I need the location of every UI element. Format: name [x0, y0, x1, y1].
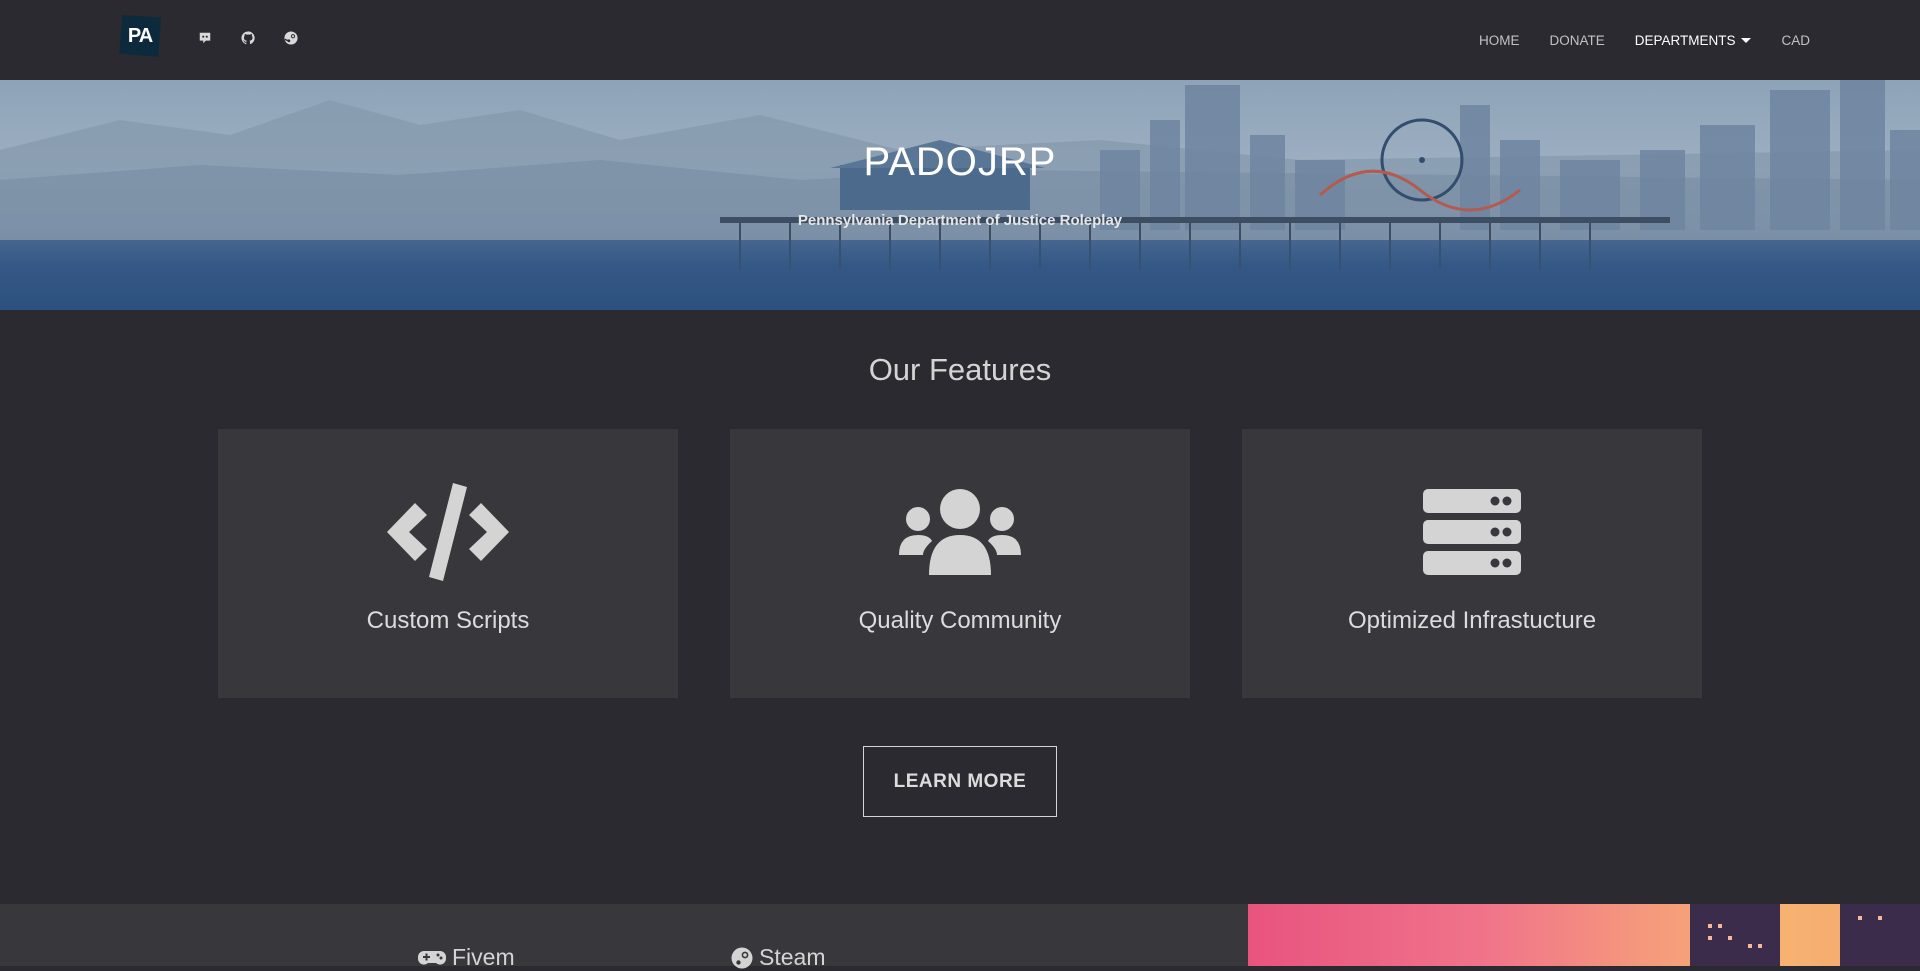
discord-icon[interactable]: [197, 30, 213, 46]
features-heading: Our Features: [868, 352, 1052, 387]
brand-logo-text: PA: [127, 24, 153, 47]
nav-departments-label: DEPARTMENTS: [1634, 32, 1736, 48]
users-icon: [730, 487, 1190, 577]
nav-home-label: HOME: [1478, 32, 1520, 48]
steam-link[interactable]: Steam: [731, 944, 825, 971]
nav-departments-dropdown[interactable]: DEPARTMENTS: [1635, 33, 1752, 48]
hero-background-image: [0, 80, 1920, 310]
brand-logo[interactable]: PA: [119, 15, 161, 57]
fivem-link[interactable]: Fivem: [418, 944, 515, 971]
hero-subtitle: Pennsylvania Department of Justice Rolep…: [797, 212, 1123, 229]
hero-title: PADOJRP: [863, 140, 1057, 184]
caret-down-icon: [1741, 37, 1752, 43]
nav-cad[interactable]: CAD: [1781, 33, 1810, 48]
github-icon[interactable]: [240, 30, 256, 46]
learn-more-button[interactable]: LEARN MORE: [863, 746, 1057, 817]
feature-label: Quality Community: [858, 607, 1062, 634]
feature-card-optimized-infrastructure: Optimized Infrastucture: [1242, 429, 1702, 698]
nav-home[interactable]: HOME: [1479, 33, 1520, 48]
nav-links: HOME DONATE DEPARTMENTS CAD: [1479, 0, 1810, 80]
nav-donate-label: DONATE: [1549, 32, 1605, 48]
code-icon: [218, 483, 678, 581]
feature-card-custom-scripts: Custom Scripts: [218, 429, 678, 698]
nav-cad-label: CAD: [1781, 32, 1810, 48]
bottom-section: [0, 904, 1248, 966]
feature-label: Custom Scripts: [366, 607, 530, 634]
steam-icon[interactable]: [283, 30, 299, 46]
steam-label: Steam: [759, 944, 826, 970]
server-icon: [1242, 487, 1702, 577]
gamepad-icon: [418, 950, 446, 965]
fivem-label: Fivem: [452, 944, 515, 970]
feature-label: Optimized Infrastucture: [1347, 607, 1597, 634]
bottom-sunset-image: [1248, 904, 1920, 966]
hero-banner: PADOJRP Pennsylvania Department of Justi…: [0, 80, 1920, 310]
nav-donate[interactable]: DONATE: [1549, 33, 1604, 48]
steam-icon: [731, 947, 753, 968]
feature-card-quality-community: Quality Community: [730, 429, 1190, 698]
top-navbar: PA HOME DONATE DEPARTMENTS CAD: [0, 0, 1920, 80]
